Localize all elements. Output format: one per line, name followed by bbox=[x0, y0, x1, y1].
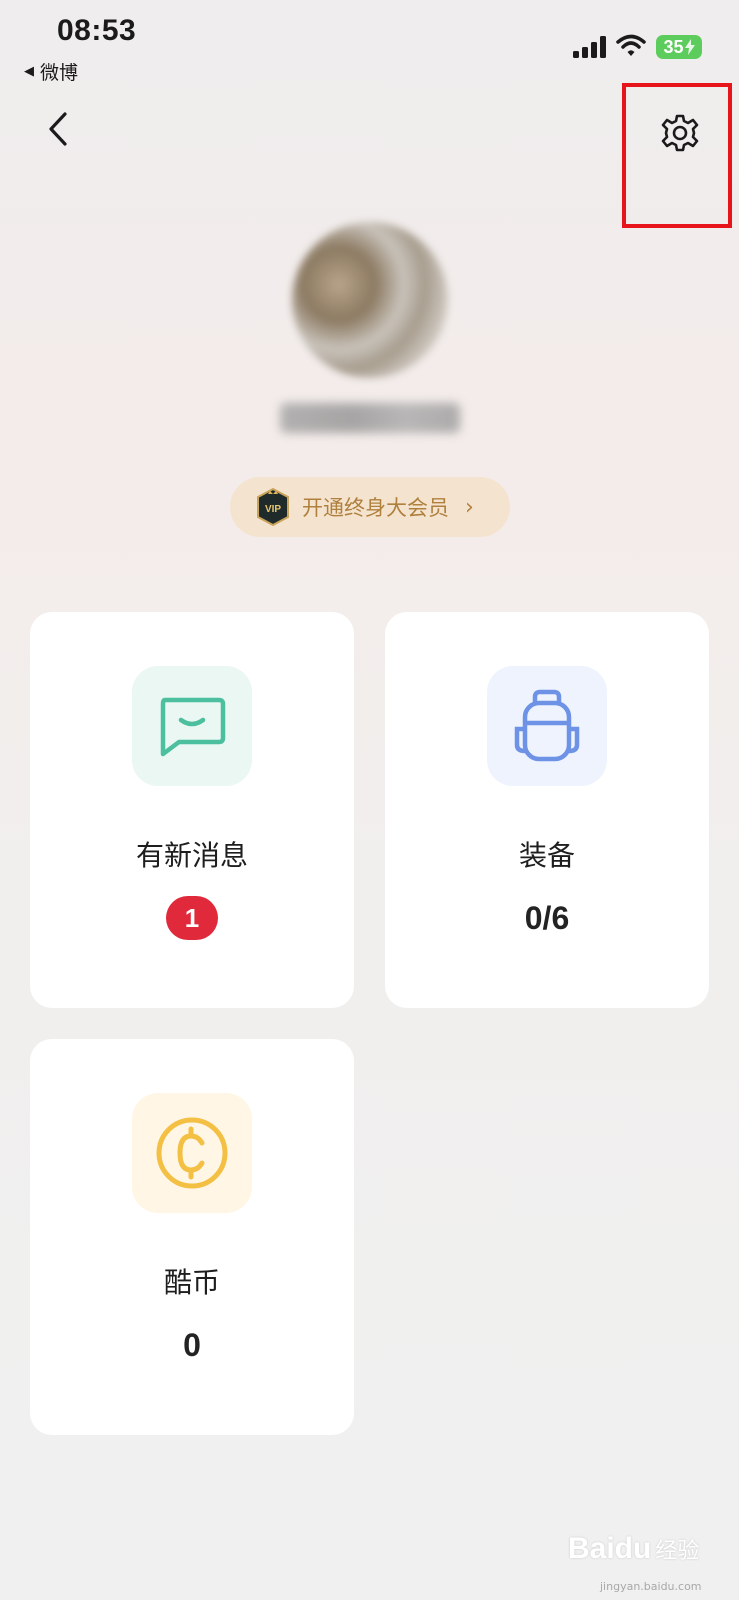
username-blurred bbox=[280, 403, 460, 433]
status-time: 08:53 bbox=[57, 14, 137, 47]
settings-highlight-box bbox=[622, 83, 732, 228]
back-button[interactable] bbox=[38, 104, 78, 154]
avatar[interactable] bbox=[292, 222, 448, 378]
watermark-main: Baidu bbox=[568, 1532, 652, 1565]
coins-icon-box bbox=[132, 1093, 252, 1213]
vip-badge-icon: VIP bbox=[257, 488, 289, 526]
wifi-icon bbox=[616, 34, 646, 56]
equipment-icon-box bbox=[487, 666, 607, 786]
baidu-watermark: Baidu 经验 bbox=[568, 1532, 699, 1566]
messages-icon-box bbox=[132, 666, 252, 786]
watermark-url: jingyan.baidu.com bbox=[600, 1580, 702, 1593]
back-triangle-icon: ◀ bbox=[24, 64, 34, 79]
charging-bolt-icon bbox=[684, 39, 695, 55]
unread-count-badge: 1 bbox=[166, 896, 218, 940]
vip-badge-text: VIP bbox=[265, 504, 281, 515]
coins-count: 0 bbox=[183, 1327, 201, 1363]
vip-upgrade-button[interactable]: VIP 开通终身大会员 › bbox=[230, 477, 510, 537]
message-icon bbox=[160, 697, 226, 757]
messages-title: 有新消息 bbox=[135, 839, 248, 872]
equipment-card[interactable]: 装备 0/6 bbox=[385, 612, 709, 1008]
vip-label: 开通终身大会员 bbox=[302, 496, 449, 520]
messages-badge-wrap: 1 bbox=[30, 896, 354, 940]
coins-title: 酷币 bbox=[163, 1266, 220, 1299]
equipment-title: 装备 bbox=[518, 839, 575, 872]
battery-level: 35 bbox=[663, 36, 684, 57]
battery-indicator: 35 bbox=[656, 35, 702, 59]
back-app-label: 微博 bbox=[40, 62, 79, 84]
cellular-signal-icon bbox=[573, 36, 606, 58]
watermark-sub: 经验 bbox=[655, 1539, 700, 1564]
coin-icon bbox=[156, 1117, 228, 1189]
chevron-left-icon bbox=[49, 112, 67, 146]
equipment-count: 0/6 bbox=[524, 900, 570, 936]
coins-card[interactable]: 酷币 0 bbox=[30, 1039, 354, 1435]
messages-card[interactable]: 有新消息 1 bbox=[30, 612, 354, 1008]
chevron-right-icon: › bbox=[465, 494, 474, 520]
status-bar: 08:53 ◀ 微博 35 bbox=[0, 0, 739, 90]
back-to-app-link[interactable]: ◀ 微博 bbox=[24, 58, 78, 85]
backpack-icon bbox=[514, 689, 580, 762]
